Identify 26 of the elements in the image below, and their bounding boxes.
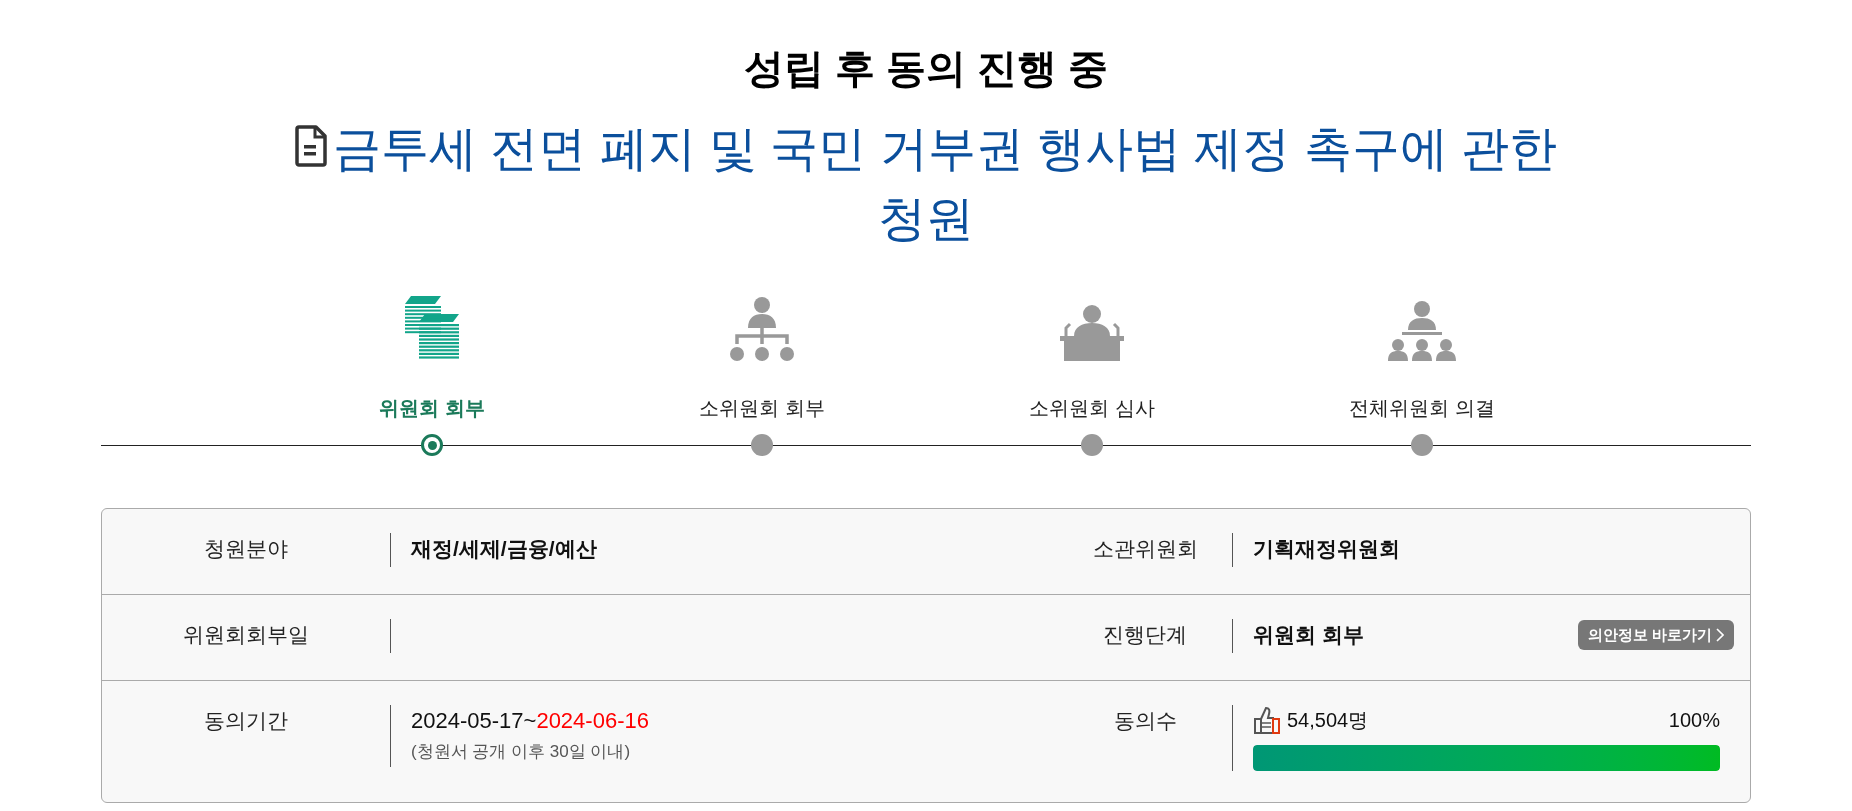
agreement-percent: 100% <box>1668 708 1720 733</box>
chevron-right-icon <box>1716 628 1724 642</box>
field-value: 기획재정위원회 <box>1253 536 1400 562</box>
step-label: 소위원회 심사 <box>1029 396 1155 421</box>
hierarchy-icon <box>730 296 794 362</box>
field-label: 동의수 <box>1113 708 1177 734</box>
presenter-with-audience-icon <box>1388 300 1456 362</box>
agreement-period: 2024-05-17~2024-06-16 <box>411 707 650 735</box>
field-label: 동의기간 <box>204 708 288 734</box>
document-icon <box>295 125 327 167</box>
petition-title: 금투세 전면 폐지 및 국민 거부권 행사법 제정 촉구에 관한 청원 <box>333 122 1557 245</box>
period-note: (청원서 공개 이후 30일 이내) <box>411 741 632 763</box>
field-value: 재정/세제/금융/예산 <box>411 536 597 562</box>
field-label: 청원분야 <box>204 536 288 562</box>
bill-info-link[interactable]: 의안정보 바로가기 <box>1577 619 1734 651</box>
speaker-at-podium-icon <box>1060 304 1124 362</box>
step-label: 위원회 회부 <box>379 396 485 421</box>
status-heading: 성립 후 동의 진행 중 <box>743 45 1109 92</box>
agreement-count: 54,504명 <box>1287 708 1369 733</box>
step-label: 전체위원회 의결 <box>1349 396 1495 421</box>
field-label: 진행단계 <box>1103 622 1187 648</box>
field-label: 위원회회부일 <box>183 622 309 648</box>
thumbs-up-icon <box>1253 705 1281 735</box>
field-label: 소관위원회 <box>1092 536 1198 562</box>
field-value: 위원회 회부 <box>1253 622 1364 648</box>
step-label: 소위원회 회부 <box>699 396 825 421</box>
